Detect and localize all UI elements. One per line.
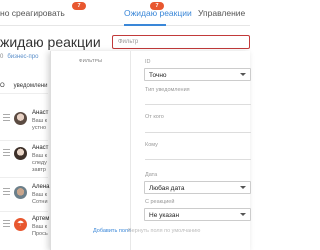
item-text: Ваш к	[32, 118, 48, 124]
active-tab-indicator	[124, 24, 166, 26]
from-label: От кого	[145, 114, 164, 120]
item-text: Ваш к	[32, 192, 48, 198]
avatar	[14, 218, 27, 231]
date-value: Любая дата	[149, 185, 185, 192]
item-sender: Анаст	[32, 145, 49, 151]
to-field[interactable]	[145, 159, 251, 160]
divider	[0, 211, 48, 212]
menu-icon[interactable]	[0, 188, 12, 197]
reaction-label: С реакцией	[145, 199, 175, 205]
item-sender: Артем	[32, 216, 50, 222]
date-label: Дата	[145, 172, 158, 178]
header-notifications: уведомлени	[13, 83, 48, 89]
item-sender: Алена	[32, 184, 50, 190]
avatar	[14, 147, 27, 160]
filter-fields: ID Точно Тип уведомления От кого Кому Да…	[135, 51, 251, 250]
divider	[0, 93, 48, 94]
item-text: завтр	[32, 167, 46, 173]
menu-icon[interactable]	[0, 149, 12, 158]
filter-input[interactable]	[112, 35, 250, 49]
presets-label: ФИЛЬТРЫ	[79, 58, 103, 63]
item-text: устно	[32, 125, 47, 131]
item-text: Ваш к	[32, 224, 48, 230]
tab-management[interactable]: Управление	[198, 8, 245, 18]
tab-awaiting-reaction-badge: 7	[150, 2, 164, 10]
list-item[interactable]: Анаст Ваш к следу завтр	[0, 144, 50, 184]
to-label: Кому	[145, 142, 158, 148]
tab-need-react[interactable]: но среагировать	[0, 8, 65, 18]
item-text: Сотни	[32, 199, 48, 205]
tag-label: бизнес-про	[7, 54, 39, 60]
chevron-down-icon	[240, 73, 246, 76]
item-text: Ваш к	[32, 153, 48, 159]
reaction-value: Не указан	[149, 212, 180, 219]
tab-need-react-badge: 7	[72, 2, 86, 10]
divider	[0, 177, 48, 178]
from-field[interactable]	[145, 132, 251, 133]
add-field-link[interactable]: Добавить поле	[93, 228, 131, 234]
reset-fields-link[interactable]: Вернуть поля по умолчанию	[128, 228, 200, 234]
list-item[interactable]: Артем Ваш к Прось	[0, 215, 50, 250]
page-title: жидаю реакции	[0, 34, 101, 50]
filter-panel: ФИЛЬТРЫ ID Точно Тип уведомления От кого…	[50, 51, 251, 250]
tag-count: 0	[0, 54, 4, 60]
chevron-down-icon	[240, 213, 246, 216]
id-match-value: Точно	[149, 72, 167, 79]
header-o: О	[0, 83, 5, 89]
id-label: ID	[145, 59, 151, 65]
item-text: Прось	[32, 231, 48, 237]
chevron-down-icon	[240, 186, 246, 189]
avatar	[14, 186, 27, 199]
date-select[interactable]: Любая дата	[144, 181, 251, 194]
filter-presets: ФИЛЬТРЫ	[51, 51, 131, 250]
reaction-select[interactable]: Не указан	[144, 208, 251, 221]
list-item[interactable]: Анаст Ваш к устно	[0, 109, 50, 149]
menu-icon[interactable]	[0, 114, 12, 123]
tag-filter-row[interactable]: 0 бизнес-про	[0, 54, 38, 60]
id-match-select[interactable]: Точно	[144, 68, 251, 81]
divider	[0, 140, 48, 141]
type-label: Тип уведомления	[145, 87, 190, 93]
notification-tabs: но среагировать 7 Ожидаю реакции 7 Управ…	[0, 0, 250, 26]
list-header: Оуведомлени	[0, 83, 47, 89]
item-sender: Анаст	[32, 110, 49, 116]
avatar	[14, 112, 27, 125]
menu-icon[interactable]	[0, 220, 12, 229]
item-text: следу	[32, 160, 47, 166]
type-field[interactable]	[145, 104, 251, 105]
